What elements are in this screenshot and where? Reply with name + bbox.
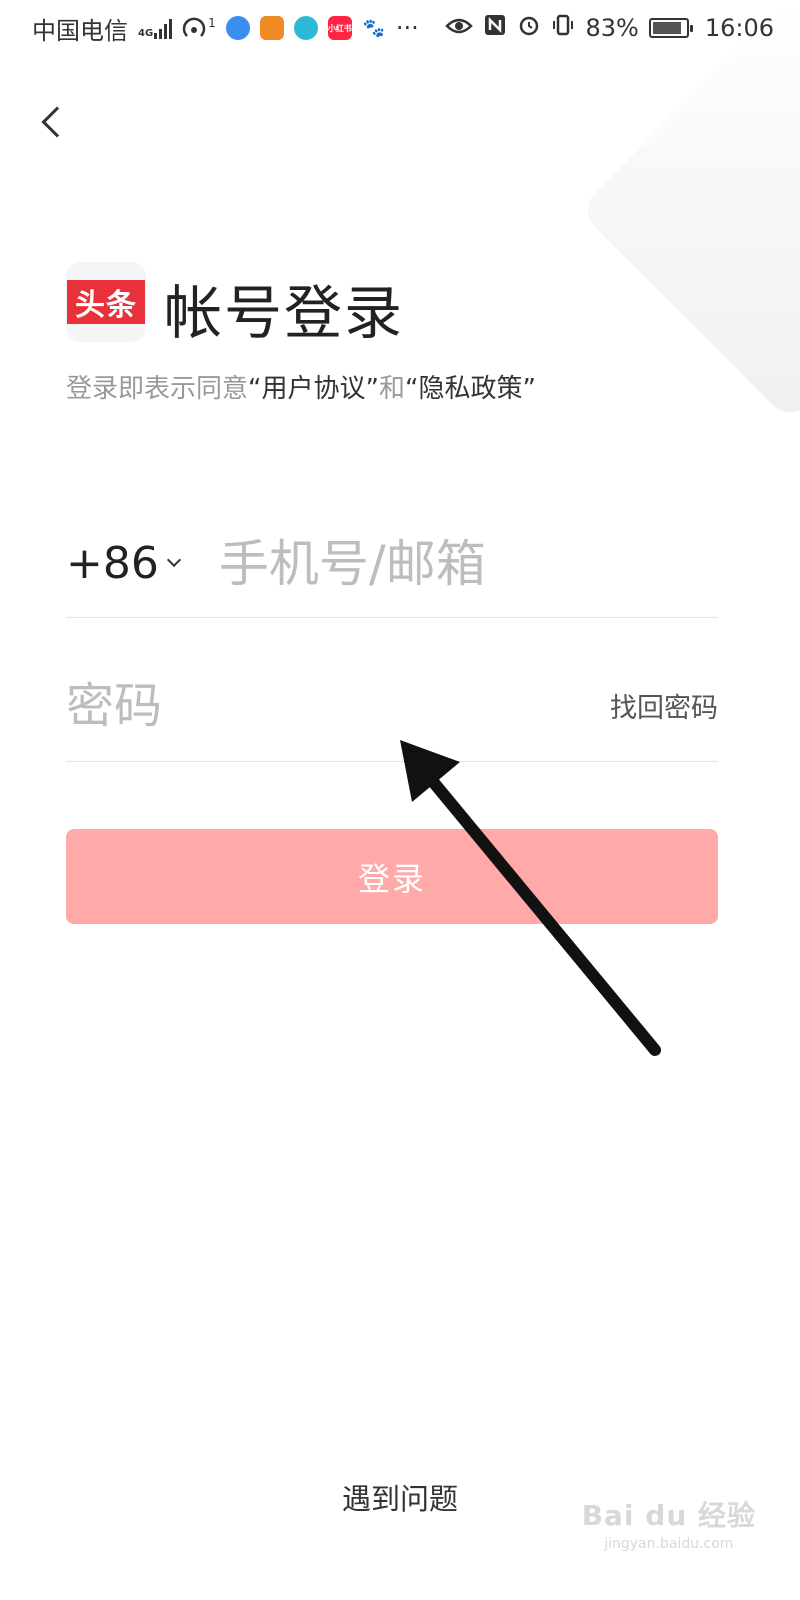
battery-icon [648,18,693,38]
more-notifications: ··· [395,14,419,42]
agreement-prefix: 登录即表示同意 [66,374,249,404]
agreement-text: 登录即表示同意“用户协议”和“隐私政策” [66,368,536,405]
xiaohongshu-label: 小红书 [327,23,352,33]
watermark-sub: jingyan.baidu.com [604,1536,734,1552]
signal-icon: 4G [138,17,173,39]
back-button[interactable] [30,96,74,148]
user-agreement-link[interactable]: “用户协议” [248,374,379,404]
country-code-value: +86 [66,538,159,589]
alarm-icon [517,13,541,43]
baidu-icon: 🐾 [361,16,386,40]
agreement-mid: 和 [378,374,405,404]
chevron-left-icon [41,106,73,138]
baidu-jingyan-watermark: Bai du 经验 jingyan.baidu.com [582,1494,756,1552]
forgot-password-link[interactable]: 找回密码 [610,686,718,725]
uc-icon [259,16,284,40]
battery-percent: 83% [585,14,639,42]
page-title: 帐号登录 [164,279,405,347]
country-code-selector[interactable]: +86 [66,538,181,589]
login-button[interactable]: 登录 [66,829,718,924]
watermark-main: Bai du 经验 [581,1499,756,1532]
status-left: 中国电信 4G 1 小红书 🐾 ··· [32,11,419,46]
eye-icon [445,14,474,42]
background-decoration [577,0,800,423]
password-input[interactable] [66,677,486,734]
hotspot-icon: 1 [182,16,216,40]
chevron-down-icon [166,552,181,567]
phone-field-row: +86 [66,510,718,618]
hotspot-count: 1 [208,16,216,30]
chat-icon [293,16,318,40]
status-bar: 中国电信 4G 1 小红书 🐾 ··· 83% 16:06 [0,0,800,56]
clock: 16:06 [704,14,774,42]
phone-email-input[interactable] [218,534,659,593]
browser-icon [225,16,250,40]
privacy-policy-link[interactable]: “隐私政策” [405,374,536,404]
nfc-icon [483,13,507,43]
status-right: 83% 16:06 [445,13,774,43]
password-field-row: 找回密码 [66,650,718,762]
logo-text: 头条 [67,280,145,324]
app-logo: 头条 [66,262,146,342]
network-type: 4G [138,28,154,39]
carrier-label: 中国电信 [32,16,128,45]
vibrate-icon [551,13,575,43]
xiaohongshu-icon: 小红书 [327,16,352,40]
